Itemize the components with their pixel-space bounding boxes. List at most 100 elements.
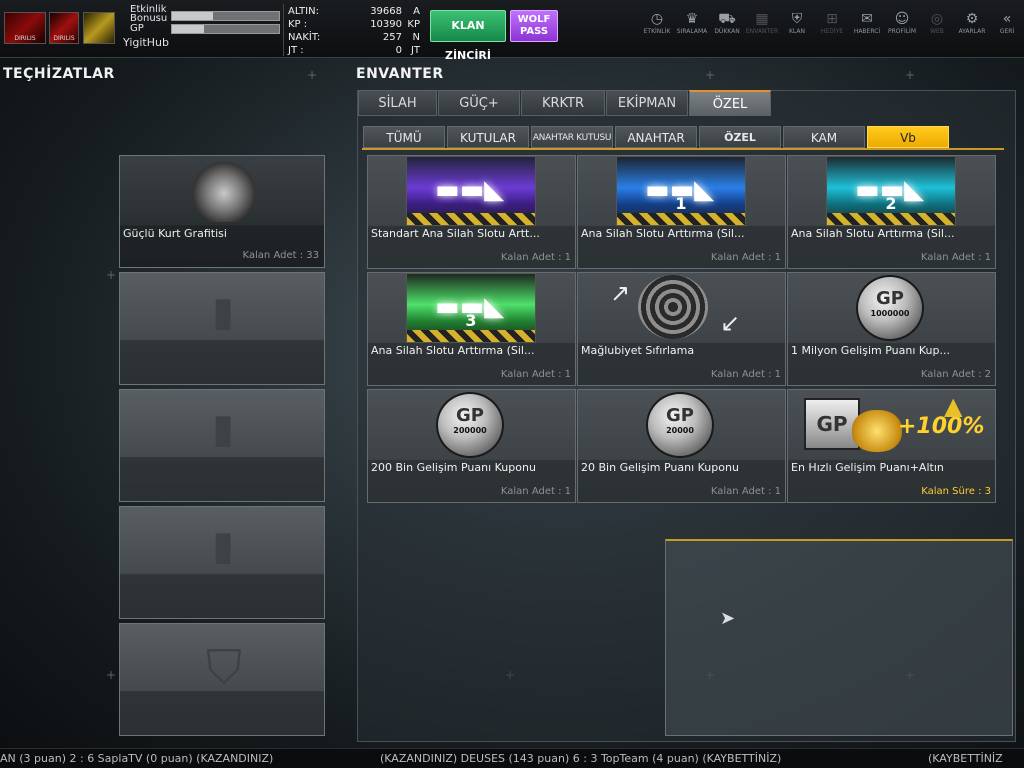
nav-dukkan[interactable]: ⛟ DÜKKAN [707,10,747,42]
item-card[interactable]: GP 1000000 1 Milyon Gelişim Puanı Kup... … [787,272,996,386]
subtab-kam[interactable]: KAM [783,126,865,148]
inventory-title: ENVANTER [356,66,444,82]
bonus-progress-fill [172,12,213,20]
subtab-anahtar-kutusu[interactable]: ANAHTAR KUTUSU [531,126,613,148]
wolf-graffiti-icon [186,158,262,222]
subtab-anahtar[interactable]: ANAHTAR [615,126,697,148]
target-icon [638,275,708,339]
arrow-icon: ↙ [720,309,741,337]
equipment-slot-4[interactable]: ▮ [119,506,325,619]
item-count: Kalan Adet : 1 [500,369,571,380]
item-card[interactable]: ▬▬◣ 2 Ana Silah Slotu Arttırma (Sil... Ka… [787,155,996,269]
back-chevron-icon: « [1002,11,1012,27]
item-name: Ana Silah Slotu Arttırma (Sil... [371,344,535,357]
item-remaining-time: Kalan Süre : 3 [921,486,991,497]
nav-web[interactable]: ◎ WEB [917,10,957,42]
top-bar: DIRILIS DIRILIS Etkinlik Bonusu GP Yigit… [0,0,1024,62]
gp-label: GP [130,23,144,34]
nav-profilim[interactable]: ☺ PROFİLİM [882,10,922,42]
cart-icon: ⛟ [718,11,736,27]
clan-emblem[interactable]: DIRILIS [4,12,46,44]
weapon-slot-thumb: ▬▬◣ 1 [616,156,746,226]
klan-zinciri-button[interactable]: KLAN ZİNCİRİ [430,10,506,62]
item-card[interactable]: GP 20000 20 Bin Gelişim Puanı Kuponu Kala… [577,389,786,503]
ticker-segment: AN (3 puan) 2 : 6 SaplaTV (0 puan) (KAZA… [0,752,274,765]
plus-marker: + [106,668,117,682]
item-count: Kalan Adet : 1 [710,252,781,263]
equipment-slot-5[interactable]: ⛉ [119,623,325,736]
item-name: 1 Milyon Gelişim Puanı Kup... [791,344,950,357]
bonus-progress-bar [171,11,280,21]
item-name: Ana Silah Slotu Arttırma (Sil... [581,227,745,240]
nav-haberci[interactable]: ✉ HABERCİ [847,10,887,42]
nav-envanter[interactable]: ▦ ENVANTER [742,10,782,42]
subtab-tumu[interactable]: TÜMÜ [363,126,445,148]
mouse-cursor-icon: ➤ [720,608,736,629]
globe-icon: ◎ [930,11,944,27]
equipment-slot-3[interactable]: ▮ [119,389,325,502]
weapon-slot-thumb: ▬▬◣ 2 [826,156,956,226]
spray-can-icon: ▮ [211,289,234,335]
item-name: Ana Silah Slotu Arttırma (Sil... [791,227,955,240]
tab-guc[interactable]: GÜÇ+ [438,90,520,116]
item-count: Kalan Adet : 1 [500,486,571,497]
item-count: Kalan Adet : 1 [500,252,571,263]
subtab-ozel-esyalar[interactable]: ÖZEL EŞYALAR [699,126,781,166]
equipment-slot-name: Güçlü Kurt Grafitisi [123,227,227,240]
gp-coupon-icon: GP 1000000 [856,275,924,341]
gift-icon: ⊞ [826,11,838,27]
tab-ekipman[interactable]: EKİPMAN [606,90,688,116]
gear-icon: ⚙ [965,11,979,27]
item-name: Standart Ana Silah Slotu Artt... [371,227,540,240]
subtab-underline [362,148,1004,150]
equipment-slot-count: Kalan Adet : 33 [242,250,319,261]
nav-hediye[interactable]: ⊞ HEDİYE [812,10,852,42]
rank-insignia-icon [83,12,115,44]
nav-etkinlik[interactable]: ◷ ETKİNLİK [637,10,677,42]
weapon-slot-thumb: ▬▬◣ 3 [406,273,536,343]
item-card[interactable]: GP 200000 200 Bin Gelişim Puanı Kuponu Ka… [367,389,576,503]
equipment-slot-2[interactable]: ▮ [119,272,325,385]
tab-ozel[interactable]: ÖZEL [689,90,771,116]
nav-klan[interactable]: ⛨ KLAN [777,10,817,42]
currency-nakit: NAKİT: 257 N [288,32,420,43]
currency-kp: KP :10390 KP [288,19,420,30]
item-count: Kalan Adet : 1 [710,486,781,497]
subtab-kutular[interactable]: KUTULAR [447,126,529,148]
item-card[interactable]: ▬▬◣ 3 Ana Silah Slotu Arttırma (Sil... Ka… [367,272,576,386]
equipment-slot-1[interactable]: Güçlü Kurt Grafitisi Kalan Adet : 33 [119,155,325,268]
wolf-pass-button[interactable]: WOLF PASS [510,10,558,42]
gp-gold-bonus-icon: GP +100% ▲ [804,392,984,458]
item-count: Kalan Adet : 1 [710,369,781,380]
nav-siralama[interactable]: ♛ SIRALAMA [672,10,712,42]
item-card[interactable]: ▬▬◣ 1 Ana Silah Slotu Arttırma (Sil... Ka… [577,155,786,269]
subtab-vb[interactable]: Vb [867,126,949,148]
weapon-slot-thumb: ▬▬◣ [406,156,536,226]
spray-can-icon: ▮ [211,406,234,452]
megaphone-icon: ✉ [861,11,873,27]
plus-marker: + [705,68,716,82]
gp-coupon-icon: GP 20000 [646,392,714,458]
nav-ayarlar[interactable]: ⚙ AYARLAR [952,10,992,42]
equipment-title: TEÇHİZATLAR [3,66,115,82]
spray-can-icon: ▮ [211,523,234,569]
nav-geri[interactable]: «GERİ [987,10,1024,42]
ticker-segment: (KAYBETTİNİZ [928,752,1003,765]
tab-silah[interactable]: SİLAH [358,90,437,116]
item-name: Mağlubiyet Sıfırlama [581,344,695,357]
item-card[interactable]: ↗ ↙ Mağlubiyet Sıfırlama Kalan Adet : 1 [577,272,786,386]
tab-krktr[interactable]: KRKTR [521,90,605,116]
medal-icon: ♛ [685,11,699,27]
shield-icon: ⛉ [206,640,243,696]
shield-icon: ⛨ [791,11,803,27]
item-name: En Hızlı Gelişim Puanı+Altın [791,461,944,474]
item-count: Kalan Adet : 1 [920,252,991,263]
currency-jt: JT :0 JT [288,45,420,56]
item-card[interactable]: GP +100% ▲ En Hızlı Gelişim Puanı+Altın … [787,389,996,503]
clan-emblem-small[interactable]: DIRILIS [49,12,79,44]
username: YigitHub [123,36,169,49]
plus-marker: + [106,268,117,282]
match-results-ticker: AN (3 puan) 2 : 6 SaplaTV (0 puan) (KAZA… [0,748,1024,768]
rifle-icon: ▬▬◣ [435,175,505,205]
item-card[interactable]: ▬▬◣ Standart Ana Silah Slotu Artt... Kal… [367,155,576,269]
